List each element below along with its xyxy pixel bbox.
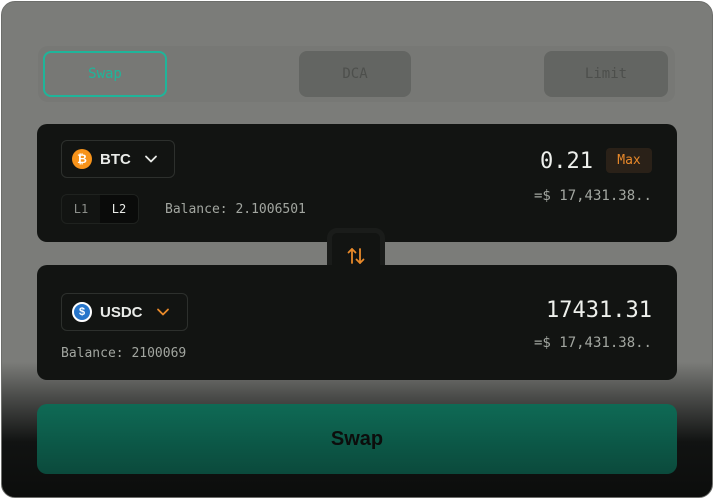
layer-l1-option[interactable]: L1	[62, 195, 100, 223]
swap-submit-button[interactable]: Swap	[37, 404, 677, 474]
max-button[interactable]: Max	[606, 148, 652, 173]
tab-limit[interactable]: Limit	[544, 51, 668, 97]
to-amount-output: 17431.31	[546, 298, 652, 323]
layer-toggle: L1 L2	[61, 194, 139, 224]
to-token-selector[interactable]: $ USDC	[61, 293, 188, 331]
chevron-down-icon	[156, 308, 169, 316]
from-amount-input[interactable]: 0.21	[417, 149, 593, 174]
to-fiat-value: =$ 17,431.38..	[533, 335, 652, 351]
from-balance: Balance: 2.1006501	[165, 202, 306, 217]
from-token-card: ₿ BTC L1 L2 Balance: 2.1006501 0.21 Max …	[37, 124, 677, 242]
mode-tabs: Swap DCA Limit	[38, 46, 675, 102]
chevron-down-icon	[144, 155, 157, 163]
to-balance: Balance: 2100069	[61, 346, 187, 361]
to-token-symbol: USDC	[100, 303, 143, 321]
usdc-icon: $	[72, 302, 92, 322]
from-token-selector[interactable]: ₿ BTC	[61, 140, 175, 178]
layer-l2-option[interactable]: L2	[100, 195, 138, 223]
tab-swap[interactable]: Swap	[43, 51, 167, 97]
swap-widget: Swap DCA Limit ₿ BTC L1 L2 Balance: 2.10…	[1, 1, 713, 498]
bitcoin-icon: ₿	[72, 149, 92, 169]
tab-dca[interactable]: DCA	[299, 51, 411, 97]
from-token-symbol: BTC	[100, 150, 131, 168]
swap-arrows-icon	[347, 248, 365, 264]
to-token-card: $ USDC Balance: 2100069 17431.31 =$ 17,4…	[37, 265, 677, 380]
from-fiat-value: =$ 17,431.38..	[533, 188, 652, 204]
